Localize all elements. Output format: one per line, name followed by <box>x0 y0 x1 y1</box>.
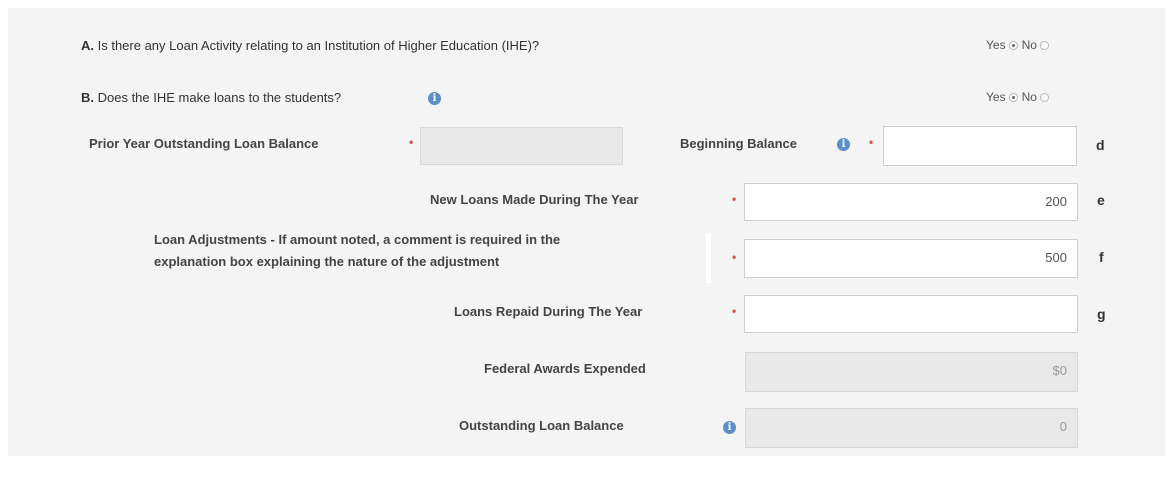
beginning-balance-field[interactable] <box>883 126 1077 166</box>
beginning-balance-suffix: d <box>1096 137 1105 153</box>
beginning-balance-required-marker: • <box>869 135 874 149</box>
adjustments-suffix: f <box>1099 249 1104 265</box>
federal-awards-field[interactable]: $0 <box>745 352 1078 392</box>
question-b-text: Does the IHE make loans to the students? <box>94 90 342 105</box>
adjustments-label-line2: explanation box explaining the nature of… <box>154 254 500 269</box>
new-loans-field[interactable]: 200 <box>744 183 1078 221</box>
question-a-text: Is there any Loan Activity relating to a… <box>94 38 540 53</box>
question-b: B. Does the IHE make loans to the studen… <box>81 90 341 105</box>
question-a-no-label: No <box>1021 38 1037 52</box>
prior-year-label: Prior Year Outstanding Loan Balance <box>89 136 319 151</box>
question-b-info-icon[interactable]: i <box>428 92 441 105</box>
federal-awards-label: Federal Awards Expended <box>484 361 646 376</box>
new-loans-suffix: e <box>1097 192 1105 208</box>
new-loans-required-marker: • <box>732 192 737 206</box>
question-b-yes-radio[interactable] <box>1008 92 1018 102</box>
question-a-yes-radio[interactable] <box>1008 40 1018 50</box>
new-loans-label: New Loans Made During The Year <box>430 192 639 207</box>
adjustments-field[interactable]: 500 <box>744 239 1078 278</box>
beginning-balance-label: Beginning Balance <box>680 136 798 151</box>
question-b-yes-label: Yes <box>986 90 1006 104</box>
prior-year-required-marker: • <box>409 135 414 149</box>
question-a-no-radio[interactable] <box>1039 40 1049 50</box>
question-b-no-radio[interactable] <box>1039 92 1049 102</box>
question-b-prefix: B. <box>81 90 94 105</box>
adjustments-divider <box>706 233 711 283</box>
question-b-radio-group: Yes No <box>986 90 1053 104</box>
loans-repaid-suffix: g <box>1097 306 1106 322</box>
question-a-yes-label: Yes <box>986 38 1006 52</box>
loans-repaid-field[interactable] <box>744 295 1078 333</box>
outstanding-balance-field[interactable]: 0 <box>745 408 1078 448</box>
question-a-prefix: A. <box>81 38 94 53</box>
adjustments-required-marker: • <box>732 250 737 264</box>
loans-repaid-label: Loans Repaid During The Year <box>454 304 643 319</box>
adjustments-label-line1: Loan Adjustments - If amount noted, a co… <box>154 232 561 247</box>
adjustments-label: Loan Adjustments - If amount noted, a co… <box>154 229 560 273</box>
beginning-balance-info-icon[interactable]: i <box>837 138 850 151</box>
loans-repaid-required-marker: • <box>732 304 737 318</box>
question-b-no-label: No <box>1021 90 1037 104</box>
outstanding-balance-info-icon[interactable]: i <box>723 421 736 434</box>
question-a: A. Is there any Loan Activity relating t… <box>81 38 539 53</box>
question-a-radio-group: Yes No <box>986 38 1053 52</box>
prior-year-field[interactable] <box>420 127 623 165</box>
outstanding-balance-label: Outstanding Loan Balance <box>459 418 624 433</box>
